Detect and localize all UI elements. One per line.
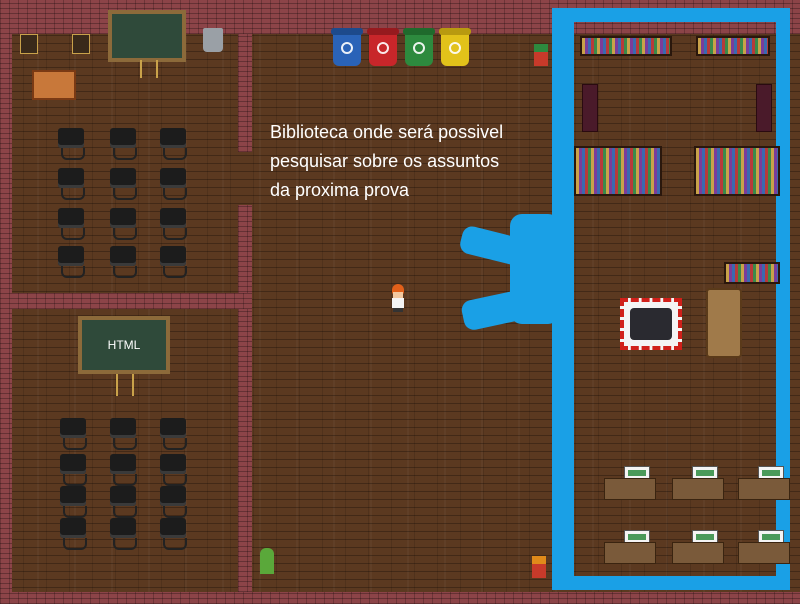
chair-icon: [110, 208, 137, 240]
chair-icon: [160, 208, 187, 240]
chair-icon: [58, 246, 85, 278]
computer-desk-icon: [738, 530, 790, 570]
chair-icon: [60, 518, 87, 550]
chalkboard-label: HTML: [107, 338, 141, 352]
chair-icon: [110, 246, 137, 278]
classroom-wall-vertical: [238, 34, 252, 152]
world-map-rug: [620, 298, 682, 350]
bookshelf-icon: [574, 146, 662, 196]
chair-icon: [110, 418, 137, 450]
recycle-bin-green: [403, 28, 435, 66]
bookshelf-icon: [724, 262, 780, 284]
game-map: HTML Biblioteca onde será possivel pesqu…: [0, 0, 800, 604]
library-note: Biblioteca onde será possivel pesquisar …: [270, 122, 504, 200]
bottom-wall: [0, 592, 800, 604]
chair-icon: [60, 418, 87, 450]
chair-icon: [58, 168, 85, 200]
computer-desk-icon: [604, 466, 656, 506]
chair-icon: [60, 486, 87, 518]
bookshelf-icon: [696, 36, 770, 56]
cabinet: [756, 84, 772, 132]
plant-pot-icon: [534, 44, 548, 66]
chair-icon: [160, 246, 187, 278]
chair-icon: [160, 418, 187, 450]
trash-can-icon: [203, 28, 223, 52]
lamp-icon: [72, 34, 90, 54]
easel-icon: [140, 60, 158, 78]
computer-desk-icon: [672, 466, 724, 506]
lamp-icon: [20, 34, 38, 54]
chair-icon: [110, 518, 137, 550]
computer-desk-icon: [672, 530, 724, 570]
chair-icon: [160, 454, 187, 486]
computer-desk-icon: [738, 466, 790, 506]
chair-icon: [110, 128, 137, 160]
chair-grid-bottom: [60, 418, 200, 578]
chair-icon: [58, 208, 85, 240]
chair-icon: [160, 518, 187, 550]
chair-icon: [160, 128, 187, 160]
library-room: [552, 8, 790, 590]
teacher-desk: [32, 70, 76, 100]
chair-grid-top: [58, 128, 198, 278]
bookshelf-icon: [580, 36, 672, 56]
chair-icon: [110, 168, 137, 200]
highlight-arrow: [510, 214, 560, 324]
classroom-wall-horizontal: [0, 293, 252, 309]
plant-pot-icon: [532, 556, 546, 578]
recycle-bin-yellow: [439, 28, 471, 66]
bookshelf-icon: [694, 146, 780, 196]
recycle-bin-red: [367, 28, 399, 66]
chair-icon: [160, 486, 187, 518]
sofa: [706, 288, 742, 358]
chair-icon: [60, 454, 87, 486]
chair-icon: [160, 168, 187, 200]
classroom-wall-vertical-lower: [238, 205, 252, 592]
chair-icon: [58, 128, 85, 160]
chalkboard-top: [108, 10, 186, 62]
chair-icon: [110, 486, 137, 518]
computer-desk-icon: [604, 530, 656, 570]
easel-icon: [116, 374, 134, 396]
recycle-bin-blue: [331, 28, 363, 66]
chair-icon: [110, 454, 137, 486]
cabinet: [582, 84, 598, 132]
player-character-icon: [390, 284, 406, 312]
chalkboard-html: HTML: [78, 316, 170, 374]
cactus-icon: [260, 548, 274, 574]
